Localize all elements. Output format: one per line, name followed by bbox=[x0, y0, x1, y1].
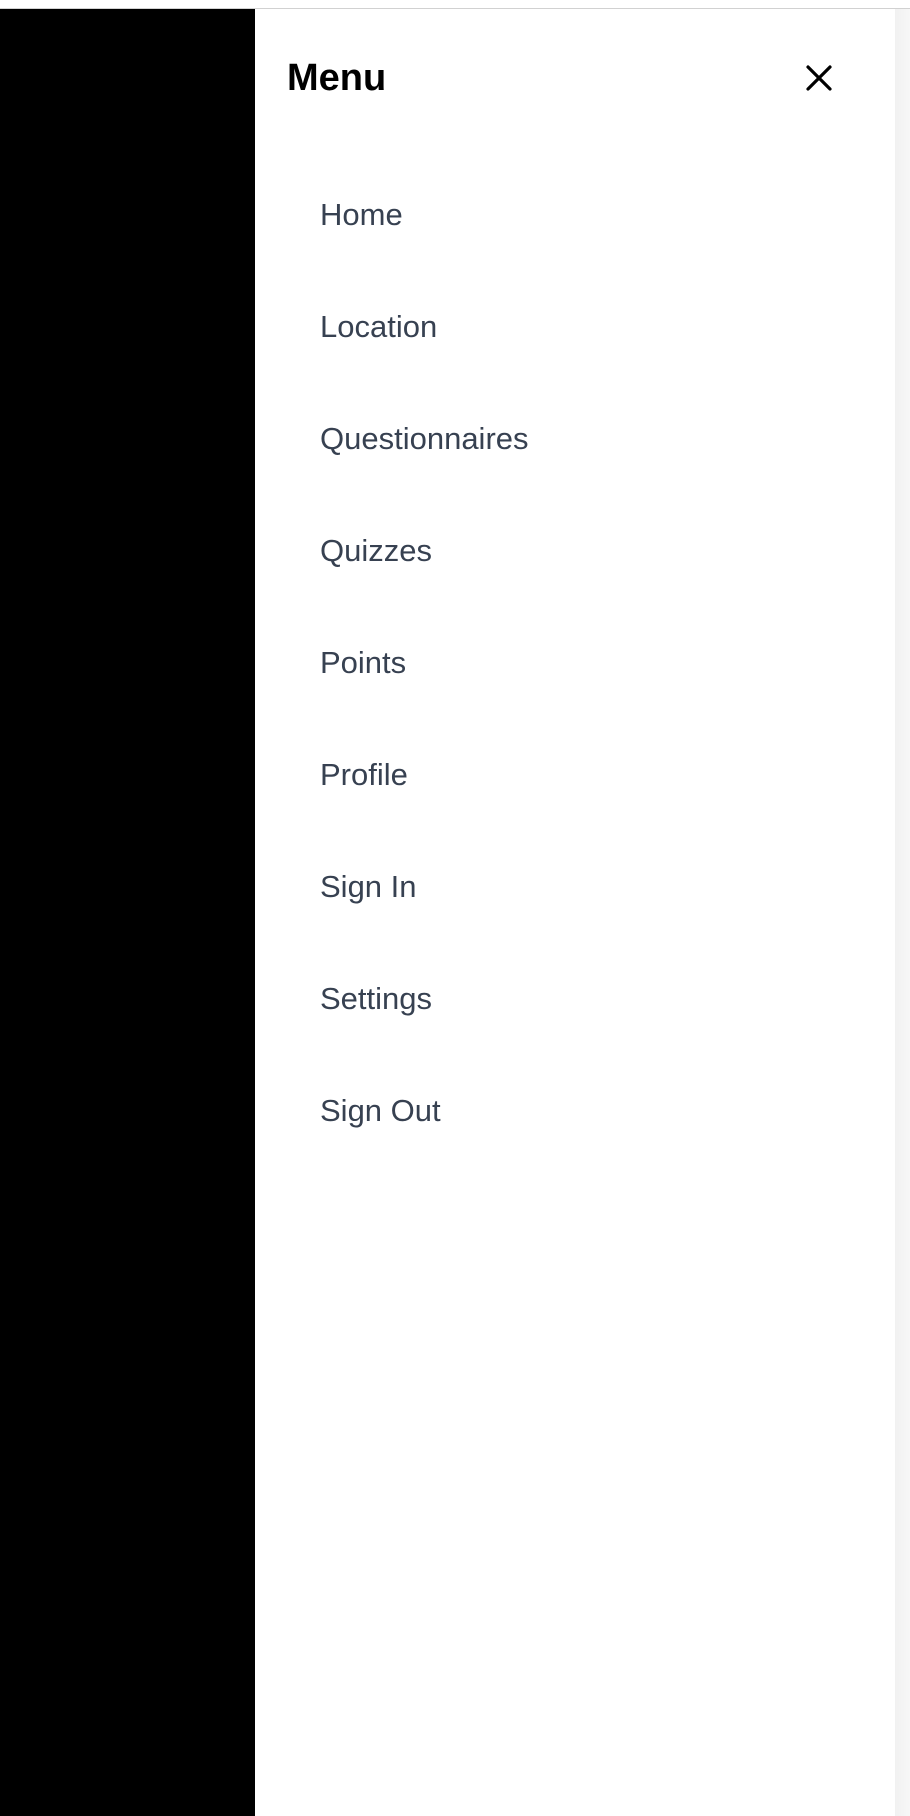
drawer-title: Menu bbox=[287, 57, 387, 99]
menu-item-questionnaires[interactable]: Questionnaires bbox=[320, 414, 840, 526]
close-icon bbox=[806, 65, 832, 91]
modal-overlay[interactable] bbox=[0, 9, 255, 1816]
menu-item-points[interactable]: Points bbox=[320, 638, 840, 750]
menu-item-sign-out[interactable]: Sign Out bbox=[320, 1086, 840, 1198]
menu-item-home[interactable]: Home bbox=[320, 190, 840, 302]
menu-item-settings[interactable]: Settings bbox=[320, 974, 840, 1086]
menu-item-location[interactable]: Location bbox=[320, 302, 840, 414]
top-border bbox=[0, 0, 910, 9]
navigation-drawer: Menu Home Location Questionnaires Quizze… bbox=[255, 9, 895, 1816]
menu-item-sign-in[interactable]: Sign In bbox=[320, 862, 840, 974]
menu-list: Home Location Questionnaires Quizzes Poi… bbox=[320, 190, 840, 1198]
menu-item-profile[interactable]: Profile bbox=[320, 750, 840, 862]
drawer-edge-shadow bbox=[895, 9, 910, 1816]
close-button[interactable] bbox=[797, 56, 841, 100]
menu-item-quizzes[interactable]: Quizzes bbox=[320, 526, 840, 638]
